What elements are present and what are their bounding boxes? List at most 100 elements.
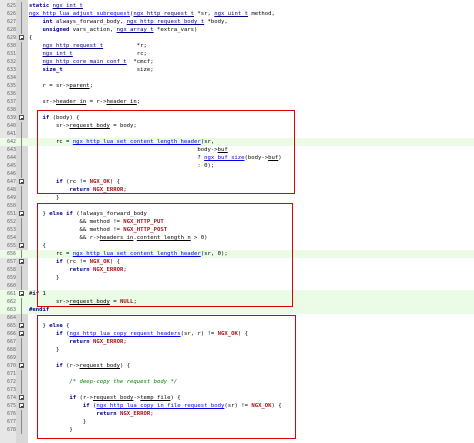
fold-toggle-icon[interactable]	[19, 291, 24, 296]
line-number: 651	[6, 211, 16, 217]
code-line[interactable]: 636	[0, 90, 474, 98]
line-number: 642	[6, 139, 16, 145]
fold-toggle-icon[interactable]	[19, 363, 24, 368]
fold-toggle-icon[interactable]	[19, 395, 24, 400]
fold-guide-line	[21, 170, 22, 178]
fold-guide-line	[21, 42, 22, 50]
fold-guide-line	[21, 146, 22, 154]
code-text: unsigned vars_action, ngx_array_t *extra…	[42, 27, 198, 33]
line-number: 630	[6, 43, 16, 49]
line-number: 631	[6, 51, 16, 57]
fold-guide-line	[21, 266, 22, 274]
code-line[interactable]: 663 #endif	[0, 306, 474, 314]
code-text: }	[29, 195, 60, 201]
line-number: 656	[6, 251, 16, 257]
code-line[interactable]: 627 int always_forward_body, ngx_http_re…	[0, 18, 474, 26]
line-number: 634	[6, 75, 16, 81]
fold-guide-line	[21, 346, 22, 354]
fold-guide-line	[21, 250, 22, 258]
code-text: int always_forward_body, ngx_http_reques…	[42, 19, 228, 25]
line-number: 627	[6, 19, 16, 25]
line-number: 635	[6, 83, 16, 89]
fold-guide-line	[21, 106, 22, 114]
fold-toggle-icon[interactable]	[19, 211, 24, 216]
fold-guide-line	[21, 138, 22, 146]
line-number: 626	[6, 11, 16, 17]
code-line[interactable]: 632 ngx_http_core_main_conf_t *cmcf;	[0, 58, 474, 66]
line-number: 670	[6, 363, 16, 369]
code-text: sr->header_in = r->header_in;	[29, 99, 141, 105]
line-number: 645	[6, 163, 16, 169]
line-number: 633	[6, 67, 16, 73]
code-line[interactable]: 635 r = sr->parent;	[0, 82, 474, 90]
code-line[interactable]: 631 ngx_int_t rc;	[0, 50, 474, 58]
line-number: 678	[6, 427, 16, 433]
code-line[interactable]: 626 ngx_http_lua_adjust_subrequest(ngx_ht…	[0, 10, 474, 18]
fold-guide-line	[21, 18, 22, 26]
line-number: 644	[6, 155, 16, 161]
line-number: 660	[6, 283, 16, 289]
fold-guide-line	[21, 338, 22, 346]
line-number: 667	[6, 339, 16, 345]
fold-toggle-icon[interactable]	[19, 179, 24, 184]
fold-guide-line	[21, 50, 22, 58]
annotation-box-if-body	[37, 110, 295, 194]
line-number: 657	[6, 259, 16, 265]
fold-toggle-icon[interactable]	[19, 403, 24, 408]
line-number: 662	[6, 299, 16, 305]
code-line[interactable]: 633 size_t size;	[0, 66, 474, 74]
line-number: 676	[6, 411, 16, 417]
code-line[interactable]: 630 ngx_http_request_t *r;	[0, 42, 474, 50]
code-line[interactable]: 634	[0, 74, 474, 82]
line-number: 664	[6, 315, 16, 321]
line-number: 659	[6, 275, 16, 281]
line-number: 648	[6, 187, 16, 193]
line-number: 640	[6, 123, 16, 129]
code-line[interactable]: 637 sr->header_in = r->header_in;	[0, 98, 474, 106]
fold-toggle-icon[interactable]	[19, 259, 24, 264]
code-line[interactable]: 625 static ngx_int_t	[0, 2, 474, 10]
code-text: ngx_int_t rc;	[42, 51, 147, 57]
fold-toggle-icon[interactable]	[19, 115, 24, 120]
code-text: r = sr->parent;	[29, 83, 94, 89]
annotation-box-else-if	[37, 203, 293, 307]
line-number: 672	[6, 379, 16, 385]
fold-toggle-icon[interactable]	[19, 35, 24, 40]
code-text: static ngx_int_t	[29, 3, 83, 9]
fold-guide-line	[21, 186, 22, 194]
line-number: 658	[6, 267, 16, 273]
code-line[interactable]: 629 {	[0, 34, 474, 42]
line-number: 674	[6, 395, 16, 401]
fold-guide-line	[21, 194, 22, 202]
fold-guide-line	[21, 298, 22, 306]
annotation-box-else	[37, 315, 296, 439]
line-number: 661	[6, 291, 16, 297]
fold-guide-line	[21, 426, 22, 434]
line-number: 677	[6, 419, 16, 425]
code-line[interactable]: 628 unsigned vars_action, ngx_array_t *e…	[0, 26, 474, 34]
fold-toggle-icon[interactable]	[19, 243, 24, 248]
fold-guide-line	[21, 130, 22, 138]
fold-guide-line	[21, 282, 22, 290]
fold-guide-line	[21, 226, 22, 234]
fold-guide-line	[21, 306, 22, 314]
fold-guide-line	[21, 26, 22, 34]
fold-guide-line	[21, 82, 22, 90]
fold-guide-line	[21, 58, 22, 66]
line-number: 665	[6, 323, 16, 329]
fold-guide-line	[21, 370, 22, 378]
fold-toggle-icon[interactable]	[19, 323, 24, 328]
code-line[interactable]: 649 }	[0, 194, 474, 202]
fold-guide-line	[21, 314, 22, 322]
fold-guide-line	[21, 418, 22, 426]
fold-toggle-icon[interactable]	[19, 331, 24, 336]
line-number: 625	[6, 3, 16, 9]
fold-guide-line	[21, 98, 22, 106]
code-text: {	[29, 35, 33, 41]
fold-guide-line	[21, 162, 22, 170]
code-editor[interactable]: 625 static ngx_int_t 626 ngx_http_lua_adjus…	[0, 0, 474, 443]
line-number: 629	[6, 35, 16, 41]
line-number: 646	[6, 171, 16, 177]
fold-guide-line	[21, 218, 22, 226]
code-text: ngx_http_lua_adjust_subrequest(ngx_http_…	[29, 11, 275, 17]
